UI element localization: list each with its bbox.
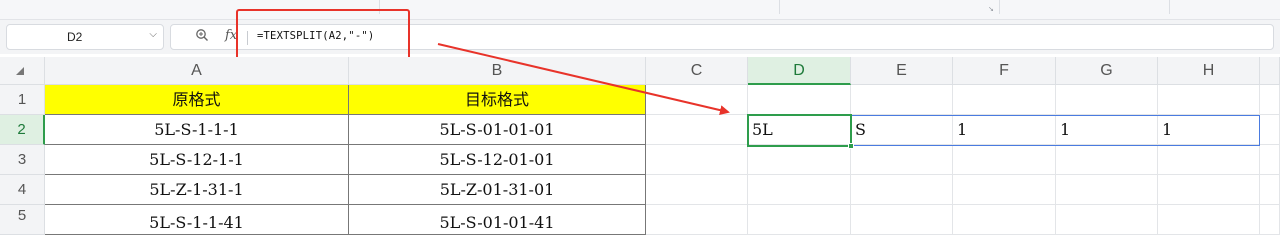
- empty-cell[interactable]: [953, 205, 1056, 235]
- name-box-reference: D2: [67, 30, 83, 44]
- empty-cell[interactable]: [646, 145, 748, 175]
- ribbon-segment: [380, 0, 780, 14]
- column-header-c[interactable]: C: [646, 57, 748, 85]
- name-box[interactable]: D2 ⌵: [6, 24, 164, 50]
- column-header-f[interactable]: F: [953, 57, 1056, 85]
- empty-cell[interactable]: [748, 205, 851, 235]
- empty-cell[interactable]: [1260, 175, 1280, 205]
- ribbon-segment: [1000, 0, 1170, 14]
- empty-cell[interactable]: [1056, 205, 1158, 235]
- cell-b1[interactable]: 目标格式: [349, 85, 646, 115]
- cell-b5[interactable]: 5L-S-01-01-41: [349, 205, 646, 235]
- empty-cell[interactable]: [1158, 175, 1260, 205]
- cell-a4[interactable]: 5L-Z-1-31-1: [45, 175, 349, 205]
- empty-cell[interactable]: [646, 85, 748, 115]
- empty-cell[interactable]: [1260, 115, 1280, 145]
- active-cell-selection[interactable]: [747, 114, 854, 149]
- column-header-b[interactable]: B: [349, 57, 646, 85]
- row-header-5[interactable]: 5: [0, 205, 45, 235]
- empty-cell[interactable]: [851, 205, 953, 235]
- row-header-1[interactable]: 1: [0, 85, 45, 115]
- zoom-icon[interactable]: [195, 28, 209, 46]
- column-header-e[interactable]: E: [851, 57, 953, 85]
- select-all-corner[interactable]: [0, 57, 45, 85]
- column-header-next[interactable]: [1260, 57, 1280, 85]
- fill-handle[interactable]: [848, 143, 854, 149]
- column-header-d[interactable]: D: [748, 57, 851, 85]
- row-header-2[interactable]: 2: [0, 115, 45, 145]
- column-header-a[interactable]: A: [45, 57, 349, 85]
- empty-cell[interactable]: [1158, 85, 1260, 115]
- empty-cell[interactable]: [1260, 85, 1280, 115]
- empty-cell[interactable]: [953, 175, 1056, 205]
- cell-b2[interactable]: 5L-S-01-01-01: [349, 115, 646, 145]
- cell-a3[interactable]: 5L-S-12-1-1: [45, 145, 349, 175]
- empty-cell[interactable]: [1158, 205, 1260, 235]
- empty-cell[interactable]: [748, 85, 851, 115]
- dialog-launcher-icon[interactable]: ↘: [988, 5, 994, 13]
- triangle-icon: [16, 67, 24, 75]
- cell-b3[interactable]: 5L-S-12-01-01: [349, 145, 646, 175]
- empty-cell[interactable]: [646, 175, 748, 205]
- empty-cell[interactable]: [1056, 85, 1158, 115]
- empty-cell[interactable]: [646, 115, 748, 145]
- column-header-g[interactable]: G: [1056, 57, 1158, 85]
- empty-cell[interactable]: [953, 145, 1056, 175]
- empty-cell[interactable]: [1056, 145, 1158, 175]
- ribbon-remnant: ↘: [0, 0, 1280, 20]
- cell-a1[interactable]: 原格式: [45, 85, 349, 115]
- cell-a5[interactable]: 5L-S-1-1-41: [45, 205, 349, 235]
- empty-cell[interactable]: [1260, 205, 1280, 235]
- empty-cell[interactable]: [1260, 145, 1280, 175]
- empty-cell[interactable]: [851, 175, 953, 205]
- formula-bar: D2 ⌵ fx =TEXTSPLIT(A2,"-"): [0, 20, 1280, 54]
- empty-cell[interactable]: [1056, 175, 1158, 205]
- cell-b4[interactable]: 5L-Z-01-31-01: [349, 175, 646, 205]
- row-header-3[interactable]: 3: [0, 145, 45, 175]
- ribbon-segment: [780, 0, 1000, 14]
- chevron-down-icon[interactable]: ⌵: [149, 29, 157, 40]
- cell-a2[interactable]: 5L-S-1-1-1: [45, 115, 349, 145]
- empty-cell[interactable]: [748, 175, 851, 205]
- empty-cell[interactable]: [748, 145, 851, 175]
- row-header-4[interactable]: 4: [0, 175, 45, 205]
- annotation-highlight-box: [236, 9, 410, 63]
- empty-cell[interactable]: [953, 85, 1056, 115]
- empty-cell[interactable]: [851, 145, 953, 175]
- empty-cell[interactable]: [851, 85, 953, 115]
- column-header-h[interactable]: H: [1158, 57, 1260, 85]
- empty-cell[interactable]: [646, 205, 748, 235]
- empty-cell[interactable]: [1158, 145, 1260, 175]
